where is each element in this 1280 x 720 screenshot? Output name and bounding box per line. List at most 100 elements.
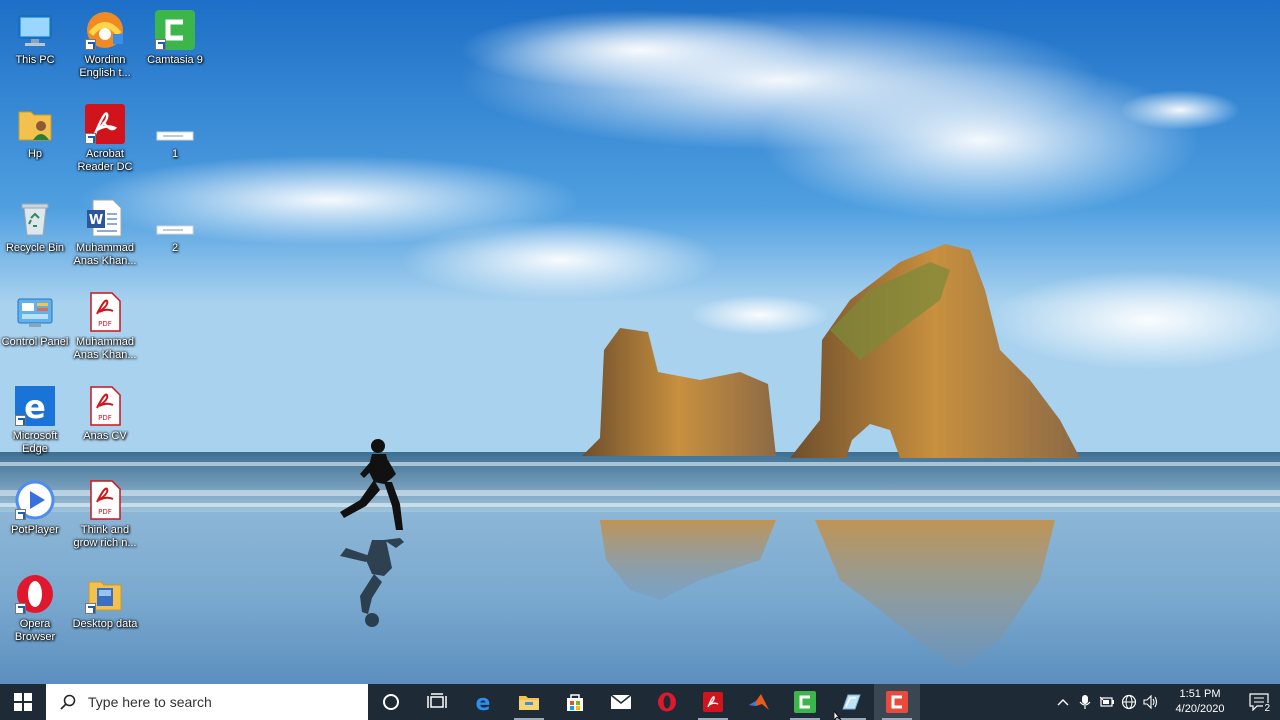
desktop-icon-opera-browser[interactable]: Opera Browser [0, 568, 71, 658]
taskbar: Type here to search e 1:51 PM 4/20/2020 … [0, 684, 1280, 720]
app-icon [842, 694, 861, 710]
desktop-icon-label: Wordinn English t... [79, 54, 131, 79]
desktop-icon-label: This PC [15, 54, 55, 66]
task-view-button[interactable] [414, 684, 460, 720]
battery-tray-button[interactable] [1096, 684, 1118, 720]
desktop-icon-label: Muhammad Anas Khan... [73, 242, 137, 267]
desktop-icon-anas-cv[interactable]: PDF Anas CV [69, 380, 141, 470]
desktop-icon-control-panel[interactable]: Control Panel [0, 286, 71, 376]
acrobat-icon [85, 104, 125, 144]
windows-logo-icon [14, 693, 32, 711]
desktop-icon-word-document[interactable]: W Muhammad Anas Khan... [69, 192, 141, 282]
svg-text:PDF: PDF [98, 414, 112, 422]
desktop-icon-pdf-muhammad[interactable]: PDF Muhammad Anas Khan... [69, 286, 141, 376]
desktop-icon-microsoft-edge[interactable]: e Microsoft Edge [0, 380, 71, 470]
chevron-up-icon [1057, 699, 1069, 706]
taskbar-mail-button[interactable] [598, 684, 644, 720]
desktop-icon-label: 2 [171, 242, 179, 254]
desktop-icon-label: Hp [27, 148, 43, 160]
cortana-icon [383, 694, 399, 710]
shortcut-arrow-icon [85, 133, 96, 144]
matlab-icon [749, 694, 769, 710]
cortana-button[interactable] [368, 684, 414, 720]
desktop-icon-think-and-grow-rich[interactable]: PDF Think and grow rich n... [69, 474, 141, 564]
svg-text:e: e [24, 388, 46, 426]
taskbar-file-explorer-button[interactable] [506, 684, 552, 720]
recycle-bin-icon [15, 198, 55, 238]
camtasia-recorder-icon [886, 691, 908, 713]
potplayer-icon [15, 480, 55, 520]
svg-text:e: e [476, 691, 491, 713]
pdf-file-icon: PDF [85, 386, 125, 426]
shortcut-arrow-icon [85, 39, 96, 50]
desktop-icon-acrobat-reader[interactable]: Acrobat Reader DC [69, 98, 141, 188]
desktop-icon-hp[interactable]: Hp [0, 98, 71, 188]
shortcut-arrow-icon [85, 603, 96, 614]
system-tray: 1:51 PM 4/20/2020 2 [1052, 684, 1280, 720]
taskbar-matlab-button[interactable] [736, 684, 782, 720]
user-folder-icon [15, 104, 55, 144]
word-document-icon: W [85, 198, 125, 238]
edge-icon: e [15, 386, 55, 426]
mail-icon [610, 694, 632, 709]
desktop-icon-recycle-bin[interactable]: Recycle Bin [0, 192, 71, 282]
taskbar-acrobat-button[interactable] [690, 684, 736, 720]
desktop-icon-file-2[interactable]: 2 [139, 192, 211, 282]
pdf-file-icon: PDF [85, 292, 125, 332]
desktop-icon-label: Desktop data [72, 618, 138, 630]
taskbar-opera-button[interactable] [644, 684, 690, 720]
volume-tray-button[interactable] [1140, 684, 1162, 720]
clock-date: 4/20/2020 [1175, 703, 1225, 715]
action-center-button[interactable]: 2 [1238, 684, 1280, 720]
desktop-icon-wordinn[interactable]: Wordinn English t... [69, 4, 141, 94]
desktop-icon-this-pc[interactable]: This PC [0, 4, 71, 94]
taskbar-search-box[interactable]: Type here to search [46, 684, 368, 720]
file-explorer-icon [519, 696, 539, 710]
desktop-icon-label: Anas CV [83, 430, 127, 442]
search-icon [60, 694, 76, 710]
svg-text:W: W [89, 213, 103, 228]
taskbar-camtasia-button[interactable] [782, 684, 828, 720]
desktop-icon-label: Control Panel [1, 336, 69, 348]
this-pc-icon [15, 10, 55, 50]
pdf-file-icon: PDF [85, 480, 125, 520]
search-placeholder: Type here to search [88, 694, 212, 710]
desktop-icon-desktop-data[interactable]: Desktop data [69, 568, 141, 658]
speaker-icon [1143, 694, 1158, 710]
show-hidden-icons-button[interactable] [1052, 684, 1074, 720]
document-thumbnail-icon [155, 198, 195, 238]
notification-count-badge: 2 [1263, 703, 1271, 714]
start-button[interactable] [0, 684, 46, 720]
shortcut-arrow-icon [15, 509, 26, 520]
task-view-icon [427, 693, 447, 708]
desktop-icon-label: Recycle Bin [5, 242, 65, 254]
taskbar-store-button[interactable] [552, 684, 598, 720]
microphone-tray-button[interactable] [1074, 684, 1096, 720]
svg-text:PDF: PDF [98, 508, 112, 516]
network-tray-button[interactable] [1118, 684, 1140, 720]
desktop-icon-label: Camtasia 9 [147, 54, 203, 66]
desktop-icon-camtasia[interactable]: Camtasia 9 [139, 4, 211, 94]
desktop-icon-label: Think and grow rich n... [73, 524, 137, 549]
camtasia-icon [155, 10, 195, 50]
control-panel-icon [15, 292, 55, 332]
shortcut-arrow-icon [15, 603, 26, 614]
taskbar-edge-button[interactable]: e [460, 684, 506, 720]
desktop-icon-label: Acrobat Reader DC [77, 148, 133, 173]
shortcut-arrow-icon [15, 415, 26, 426]
mouse-cursor-icon [834, 711, 842, 720]
desktop-icon-label: Microsoft Edge [12, 430, 58, 455]
svg-text:PDF: PDF [98, 320, 112, 328]
folder-icon [85, 574, 125, 614]
taskbar-camtasia-recorder-button[interactable] [874, 684, 920, 720]
edge-icon: e [476, 691, 491, 713]
taskbar-clock[interactable]: 1:51 PM 4/20/2020 [1168, 684, 1232, 720]
opera-icon [15, 574, 55, 614]
desktop-icon-label: Opera Browser [14, 618, 56, 643]
acrobat-icon [703, 692, 723, 712]
store-icon [567, 694, 583, 711]
camtasia-icon [794, 691, 816, 713]
desktop-icon-file-1[interactable]: 1 [139, 98, 211, 188]
desktop-icon-potplayer[interactable]: PotPlayer [0, 474, 71, 564]
battery-icon [1099, 696, 1114, 707]
